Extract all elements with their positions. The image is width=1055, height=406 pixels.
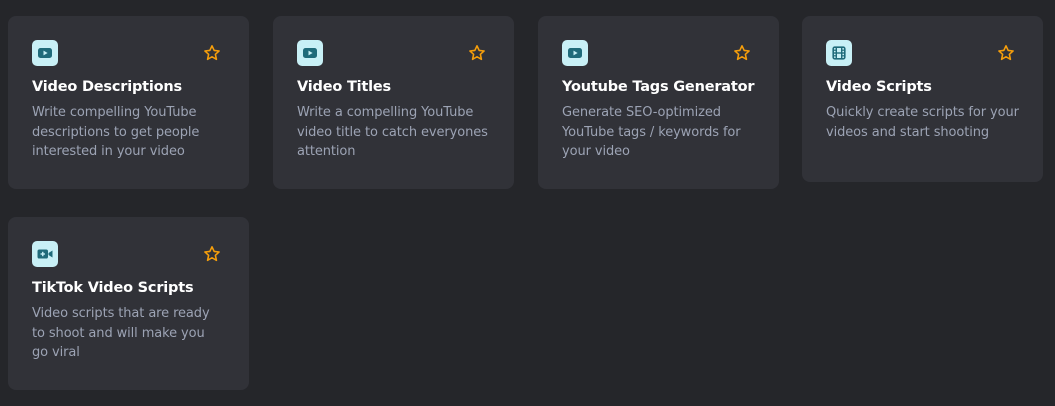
card-description: Generate SEO-optimized YouTube tags / ke… [562,103,755,162]
card-header [826,40,1019,66]
card-description: Quickly create scripts for your videos a… [826,103,1019,142]
tool-card-video-descriptions[interactable]: Video Descriptions Write compelling YouT… [8,16,249,189]
card-description-line: your video [562,144,630,159]
tool-card-youtube-tags-generator[interactable]: Youtube Tags Generator Generate SEO-opti… [538,16,779,189]
youtube-play-icon [562,40,588,66]
film-icon [826,40,852,66]
card-description-line: Quickly create scripts for your [826,105,1019,120]
tool-card-video-scripts[interactable]: Video Scripts Quickly create scripts for… [802,16,1043,182]
star-outline-icon[interactable] [202,244,222,264]
card-description-line: Write a compelling YouTube [297,105,474,120]
card-title: TikTok Video Scripts [32,280,194,296]
card-title: Video Descriptions [32,79,182,95]
card-description-line: interested in your video [32,144,185,159]
card-header [32,241,225,267]
tool-card-grid: Video Descriptions Write compelling YouT… [0,0,1055,406]
card-description-line: to shoot and will make you [32,325,205,341]
star-outline-icon[interactable] [467,43,487,63]
star-outline-icon[interactable] [202,43,222,63]
video-camera-icon [32,241,58,267]
youtube-play-icon [297,40,323,66]
card-description-line: videos and start shooting [826,124,990,140]
star-outline-icon[interactable] [732,43,752,63]
card-description-line: video title to catch everyones [297,124,488,140]
card-title: Video Titles [297,79,391,95]
card-header [562,40,755,66]
card-description-line: Video scripts that are ready [32,306,210,321]
tool-card-video-titles[interactable]: Video Titles Write a compelling YouTube … [273,16,514,189]
tool-card-tiktok-video-scripts[interactable]: TikTok Video Scripts Video scripts that … [8,217,249,390]
card-description-line: attention [297,144,356,159]
card-description-line: Generate SEO-optimized [562,105,721,120]
card-description-line: go viral [32,345,80,360]
card-description-line: descriptions to get people [32,124,200,140]
card-title: Youtube Tags Generator [562,79,755,95]
card-description: Write compelling YouTube descriptions to… [32,103,225,162]
card-description-line: Write compelling YouTube [32,105,197,120]
card-description-line: YouTube tags / keywords for [562,124,741,140]
youtube-play-icon [32,40,58,66]
card-description: Video scripts that are ready to shoot an… [32,304,225,363]
card-title: Video Scripts [826,79,932,95]
card-header [32,40,225,66]
card-description: Write a compelling YouTube video title t… [297,103,490,162]
star-outline-icon[interactable] [996,43,1016,63]
card-header [297,40,490,66]
